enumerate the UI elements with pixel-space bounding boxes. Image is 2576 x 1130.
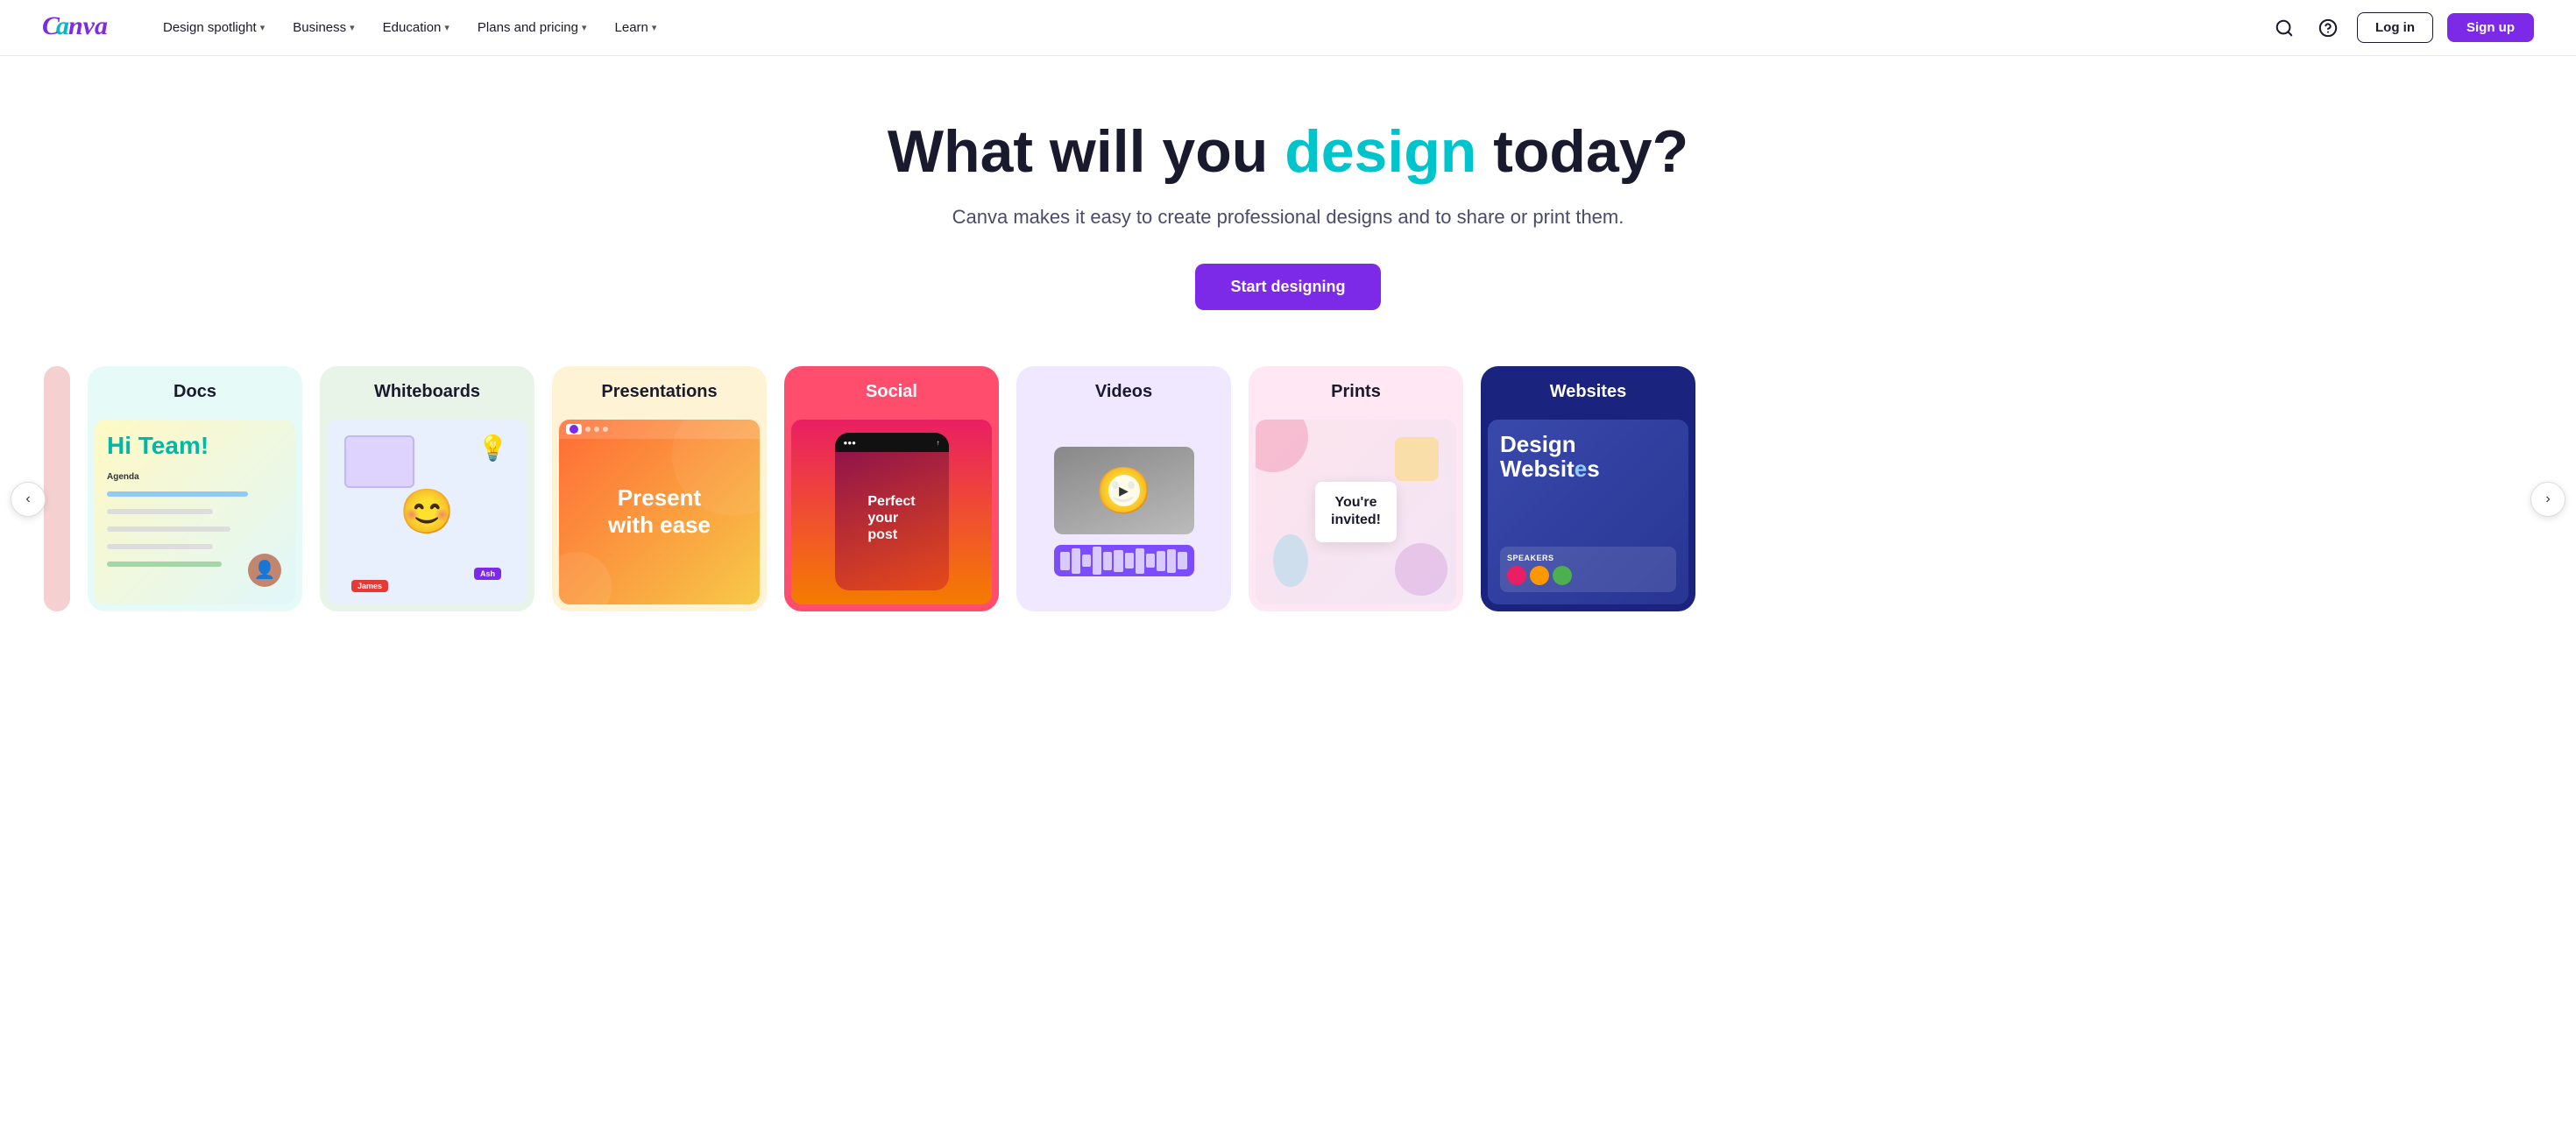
docs-preview-area: Hi Team! Agenda 👤: [88, 413, 302, 611]
nav-plans-pricing[interactable]: Plans and pricing ▾: [467, 13, 598, 42]
cards-scroll: Docs Hi Team! Agenda 👤 Whiteboards: [0, 352, 2576, 625]
emoji-icon: 😊: [400, 486, 454, 538]
hero-subtitle: Canva makes it easy to create profession…: [42, 206, 2534, 229]
svg-text:a: a: [56, 11, 69, 39]
chevron-down-icon: ▾: [582, 22, 587, 33]
presentations-preview-area: Presentwith ease: [552, 413, 767, 611]
chevron-down-icon: ▾: [260, 22, 265, 33]
audio-waveform: [1054, 545, 1194, 576]
nav-right: Log in Sign up: [2269, 12, 2534, 43]
svg-text:nva: nva: [68, 11, 108, 39]
canva-logo[interactable]: C a nva: [42, 10, 121, 46]
speaker-avatar-2: [1530, 566, 1549, 585]
chevron-down-icon: ▾: [350, 22, 355, 33]
card-partial-hint: [44, 366, 70, 611]
card-social[interactable]: Social ●●● ↑ Perfectyourpost: [784, 366, 999, 611]
whiteboards-preview-area: 😊 💡 Ash James: [320, 413, 534, 611]
cards-wrapper: ‹ Docs Hi Team! Agenda 👤: [0, 352, 2576, 646]
videos-preview-area: 🙂 ▶: [1016, 413, 1231, 611]
card-videos[interactable]: Videos 🙂 ▶: [1016, 366, 1231, 611]
card-docs[interactable]: Docs Hi Team! Agenda 👤: [88, 366, 302, 611]
speaker-avatar-3: [1553, 566, 1572, 585]
speakers-section: SPEAKERS: [1500, 547, 1676, 592]
phone-mockup: ●●● ↑ Perfectyourpost: [835, 433, 949, 590]
chevron-down-icon: ▾: [444, 22, 449, 33]
nav-links: Design spotlight ▾ Business ▾ Education …: [152, 13, 667, 42]
hero-section: What will you design today? Canva makes …: [0, 56, 2576, 352]
chevron-left-icon: ‹: [25, 491, 30, 507]
card-whiteboards[interactable]: Whiteboards 😊 💡 Ash James: [320, 366, 534, 611]
next-arrow-button[interactable]: ›: [2530, 482, 2565, 517]
card-presentations[interactable]: Presentations Presentwith ease: [552, 366, 767, 611]
lightbulb-icon: 💡: [478, 434, 508, 463]
card-prints[interactable]: Prints You'reinvited!: [1249, 366, 1463, 611]
ash-tag: Ash: [474, 568, 501, 580]
social-preview-area: ●●● ↑ Perfectyourpost: [784, 413, 999, 611]
search-button[interactable]: [2269, 13, 2299, 43]
chevron-down-icon: ▾: [652, 22, 657, 33]
play-button[interactable]: ▶: [1108, 475, 1140, 506]
website-design-text: DesignWebsites: [1500, 432, 1676, 482]
help-button[interactable]: [2313, 13, 2343, 43]
nav-business[interactable]: Business ▾: [282, 13, 364, 42]
start-designing-button[interactable]: Start designing: [1195, 264, 1380, 310]
navbar: C a nva Design spotlight ▾ Business ▾ Ed…: [0, 0, 2576, 56]
docs-avatar: 👤: [248, 554, 281, 587]
nav-learn[interactable]: Learn ▾: [605, 13, 668, 42]
signup-button[interactable]: Sign up: [2447, 13, 2534, 42]
speaker-avatar-1: [1507, 566, 1526, 585]
nav-left: C a nva Design spotlight ▾ Business ▾ Ed…: [42, 10, 667, 46]
invite-card: You'reinvited!: [1315, 482, 1397, 543]
nav-design-spotlight[interactable]: Design spotlight ▾: [152, 13, 275, 42]
websites-preview-area: DesignWebsites SPEAKERS: [1481, 413, 1695, 611]
nav-education[interactable]: Education ▾: [372, 13, 460, 42]
hero-title: What will you design today?: [42, 119, 2534, 185]
chevron-right-icon: ›: [2545, 491, 2550, 507]
video-thumbnail: 🙂 ▶: [1054, 447, 1194, 534]
login-button[interactable]: Log in: [2357, 12, 2433, 43]
prints-preview-area: You'reinvited!: [1249, 413, 1463, 611]
prev-arrow-button[interactable]: ‹: [11, 482, 46, 517]
card-websites[interactable]: Websites DesignWebsites SPEAKERS: [1481, 366, 1695, 611]
james-tag: James: [351, 580, 388, 592]
